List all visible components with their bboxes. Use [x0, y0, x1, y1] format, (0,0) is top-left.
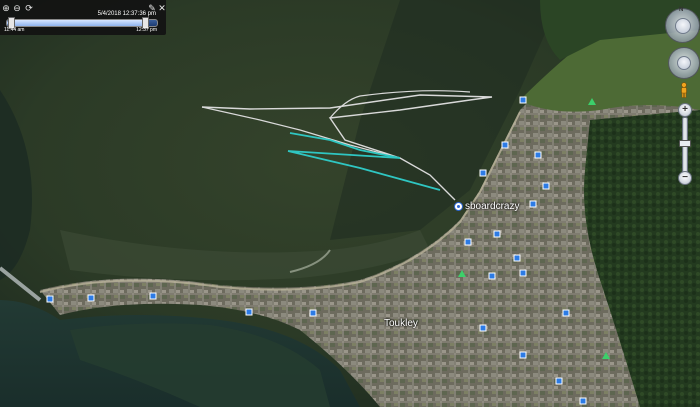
- placemark-label[interactable]: sboardcrazy: [465, 201, 519, 212]
- zoom-slider-thumb[interactable]: [679, 140, 691, 147]
- loop-icon[interactable]: ⟳: [24, 3, 34, 13]
- pegman-icon[interactable]: [680, 82, 688, 98]
- time-range-start: 11:44 am: [4, 27, 25, 33]
- zoom-out-icon[interactable]: ⊖: [12, 3, 22, 13]
- time-slider-track[interactable]: [6, 19, 158, 27]
- close-icon[interactable]: ✕: [157, 3, 167, 13]
- map-viewport[interactable]: sboardcrazy Toukley ⊕ ⊖ ⟳ ✎ ✕ 5/4/2018 1…: [0, 0, 700, 407]
- zoom-out-button[interactable]: −: [678, 171, 692, 185]
- move-joystick[interactable]: [677, 56, 691, 70]
- look-joystick[interactable]: [675, 18, 691, 34]
- zoom-in-icon[interactable]: ⊕: [1, 3, 11, 13]
- move-control[interactable]: [668, 47, 700, 79]
- look-control[interactable]: [665, 8, 700, 43]
- zoom-slider[interactable]: [682, 117, 688, 179]
- north-indicator-icon[interactable]: N: [679, 7, 683, 13]
- time-slider-fill: [7, 20, 147, 26]
- time-range-end: 12:37 pm: [136, 27, 157, 33]
- town-label: Toukley: [384, 318, 418, 329]
- satellite-map[interactable]: [0, 0, 700, 407]
- zoom-in-button[interactable]: +: [678, 103, 692, 117]
- placemark-icon[interactable]: [454, 202, 463, 211]
- time-slider-panel: ⊕ ⊖ ⟳ ✎ ✕ 5/4/2018 12:37:36 pm 11:44 am …: [0, 0, 166, 35]
